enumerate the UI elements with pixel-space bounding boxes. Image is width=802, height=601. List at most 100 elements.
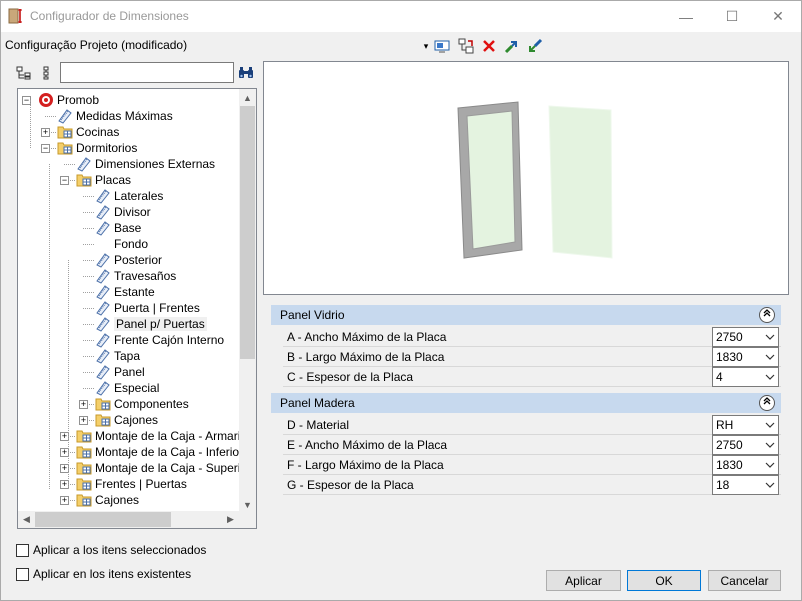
tree-node-cajones[interactable]: Cajones — [76, 492, 139, 508]
tree-node-frentes-puertas[interactable]: Frentes | Puertas — [76, 476, 187, 492]
tree-node-divisor[interactable]: Divisor — [95, 204, 151, 220]
tree-node-label: Base — [114, 221, 142, 235]
tree-node-label: Divisor — [114, 205, 151, 219]
tree-node-dimensiones-externas[interactable]: Dimensiones Externas — [76, 156, 215, 172]
ok-button[interactable]: OK — [627, 570, 701, 591]
expand-node-icon[interactable]: + — [79, 400, 88, 409]
tree-node-dormitorios[interactable]: Dormitorios — [57, 140, 137, 156]
tree-node-cajones[interactable]: Cajones — [95, 412, 158, 428]
glass-panel-inner-shape — [466, 110, 516, 250]
panel-preview-viewport[interactable] — [263, 61, 789, 295]
folder-icon — [57, 124, 73, 140]
close-button[interactable]: ✕ — [755, 1, 801, 32]
expand-node-icon[interactable]: + — [60, 496, 69, 505]
tree-node-base[interactable]: Base — [95, 220, 141, 236]
tree-connector-line — [83, 324, 94, 325]
apply-selected-checkbox[interactable] — [16, 544, 29, 557]
tree-node-panel-p-puertas[interactable]: Panel p/ Puertas — [95, 316, 207, 332]
tree-node-especial[interactable]: Especial — [95, 380, 159, 396]
promob-logo-icon — [38, 92, 54, 108]
tree-node-cocinas[interactable]: Cocinas — [57, 124, 119, 140]
apply-existing-label[interactable]: Aplicar en los itens existentes — [33, 567, 191, 581]
section-header[interactable]: Panel Madera — [271, 393, 781, 413]
apply-existing-checkbox[interactable] — [16, 568, 29, 581]
binoculars-search-icon[interactable] — [236, 64, 256, 82]
tree-node-promob[interactable]: Promob — [38, 92, 99, 108]
tree-node-laterales[interactable]: Laterales — [95, 188, 163, 204]
tree-horizontal-scrollbar[interactable]: ◀ ▶ — [18, 511, 256, 528]
tree-search-input[interactable] — [60, 62, 234, 83]
tree-node-montaje-de-la-caja-armarios[interactable]: Montaje de la Caja - Armarios — [76, 428, 240, 444]
chevron-down-icon[interactable] — [765, 439, 775, 449]
tree-node-componentes[interactable]: Componentes — [95, 396, 189, 412]
tree-node-puerta-frentes[interactable]: Puerta | Frentes — [95, 300, 200, 316]
collapse-section-icon[interactable] — [759, 307, 775, 323]
tree-node-label: Frentes | Puertas — [95, 477, 187, 491]
property-value-select[interactable]: 18 — [712, 475, 779, 495]
tree-node-montaje-de-la-caja-superior[interactable]: Montaje de la Caja - Superior — [76, 460, 240, 476]
collapse-node-icon[interactable]: − — [60, 176, 69, 185]
chevron-down-icon[interactable] — [765, 459, 775, 469]
scroll-left-icon[interactable]: ◀ — [18, 511, 35, 528]
delete-icon[interactable] — [480, 37, 498, 55]
property-label: A - Ancho Máximo de la Placa — [287, 330, 447, 344]
tag-icon — [95, 204, 111, 220]
import-icon[interactable] — [526, 37, 544, 55]
tree-vertical-scroll-thumb[interactable] — [240, 106, 255, 359]
property-value: 1830 — [716, 350, 743, 364]
expand-node-icon[interactable]: + — [79, 416, 88, 425]
panel-preview-drawing — [457, 101, 613, 259]
collapse-node-icon[interactable]: − — [41, 144, 50, 153]
property-value-select[interactable]: 1830 — [712, 347, 779, 367]
maximize-button[interactable]: ☐ — [709, 1, 755, 32]
apply-button[interactable]: Aplicar — [546, 570, 621, 591]
apply-selected-label[interactable]: Aplicar a los itens seleccionados — [33, 543, 206, 557]
scroll-right-icon[interactable]: ▶ — [222, 511, 239, 528]
dimension-configurator-window: Configurador de Dimensiones — ☐ ✕ Config… — [0, 0, 802, 601]
scroll-up-icon[interactable]: ▲ — [239, 89, 256, 106]
tree-node-label: Cajones — [114, 413, 159, 427]
minimize-button[interactable]: — — [663, 1, 709, 32]
tree-node-placas[interactable]: Placas — [76, 172, 131, 188]
expand-tree-icon[interactable] — [14, 64, 34, 82]
tree-node-posterior[interactable]: Posterior — [95, 252, 162, 268]
tree-connector-line — [49, 164, 50, 489]
title-bar: Configurador de Dimensiones — ☐ ✕ — [1, 1, 801, 32]
tree-node-panel[interactable]: Panel — [95, 364, 145, 380]
tree-node-medidas-maximas[interactable]: Medidas Máximas — [57, 108, 173, 124]
property-value-select[interactable]: 4 — [712, 367, 779, 387]
tree-node-travesanos[interactable]: Travesaños — [95, 268, 176, 284]
monitor-icon[interactable] — [433, 37, 451, 55]
chevron-down-icon[interactable] — [765, 351, 775, 361]
chevron-down-icon[interactable] — [765, 331, 775, 341]
chevron-down-icon[interactable] — [765, 479, 775, 489]
export-icon[interactable] — [503, 37, 521, 55]
tree-connector-line — [83, 276, 94, 277]
tree-node-tapa[interactable]: Tapa — [95, 348, 140, 364]
tree-node-label: Fondo — [114, 237, 149, 251]
chevron-down-icon[interactable] — [765, 419, 775, 429]
collapse-tree-icon[interactable] — [36, 64, 56, 82]
property-row: G - Espesor de la Placa 18 — [283, 475, 781, 495]
expand-node-icon[interactable]: + — [41, 128, 50, 137]
tag-icon — [95, 348, 111, 364]
chevron-down-icon[interactable] — [765, 371, 775, 381]
property-value-select[interactable]: 2750 — [712, 327, 779, 347]
property-value-select[interactable]: RH — [712, 415, 779, 435]
section-header[interactable]: Panel Vidrio — [271, 305, 781, 325]
tree-vertical-scrollbar[interactable]: ▲ ▼ — [239, 89, 256, 513]
property-value-select[interactable]: 2750 — [712, 435, 779, 455]
tree-node-frente-cajon-interno[interactable]: Frente Cajón Interno — [95, 332, 224, 348]
tree-connector-line — [83, 308, 94, 309]
project-toolbar: Configuração Projeto (modificado) ▾ — [1, 35, 801, 57]
tree-node-montaje-de-la-caja-inferiores[interactable]: Montaje de la Caja - Inferiores — [76, 444, 240, 460]
tree-horizontal-scroll-thumb[interactable] — [35, 512, 171, 527]
cancel-button[interactable]: Cancelar — [708, 570, 781, 591]
property-value-select[interactable]: 1830 — [712, 455, 779, 475]
tag-icon — [95, 268, 111, 284]
copy-structure-icon[interactable] — [457, 37, 475, 55]
tree-node-fondo[interactable]: Fondo — [95, 236, 148, 252]
tree-connector-line — [83, 388, 94, 389]
tree-node-estante[interactable]: Estante — [95, 284, 155, 300]
collapse-section-icon[interactable] — [759, 395, 775, 411]
